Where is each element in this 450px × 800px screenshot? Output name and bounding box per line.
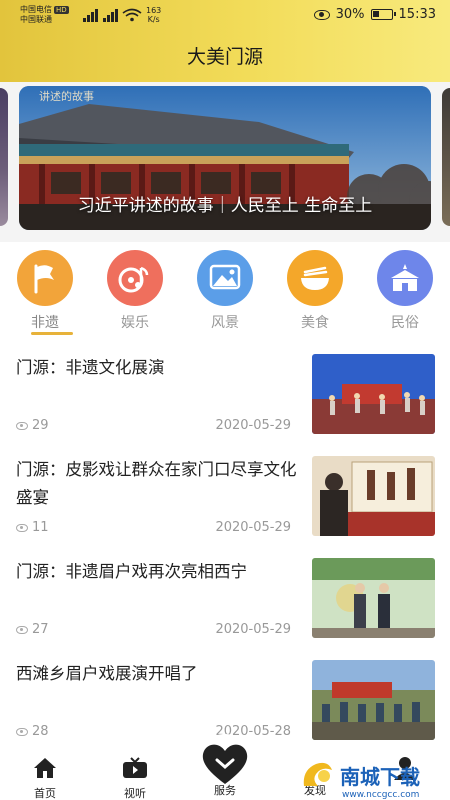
news-date: 2020-05-29: [215, 520, 291, 535]
building-icon: [377, 250, 433, 306]
status-bar: 中国电信 HD 中国联通 163 K/s 30% 15:33: [0, 0, 450, 30]
category-label: 风景: [211, 315, 239, 331]
banner-next-peek[interactable]: [442, 88, 450, 226]
page-title: 大美门源: [186, 46, 263, 68]
flag-icon: [17, 250, 73, 306]
nav-service-label: 服务: [214, 784, 236, 797]
news-meta: 27 2020-05-29: [16, 622, 291, 638]
app-header: 中国电信 HD 中国联通 163 K/s 30% 15:33 大美门源: [0, 0, 450, 82]
news-thumbnail: [312, 456, 435, 536]
news-title: 门源：非遗眉户戏再次亮相西宁: [16, 562, 247, 581]
active-tab-indicator: [31, 332, 73, 335]
nav-video-label: 视听: [124, 787, 146, 800]
category-label: 民俗: [391, 315, 419, 331]
news-title: 门源：非遗文化展演: [16, 358, 165, 377]
tv-icon: [123, 757, 147, 778]
view-count: 27: [32, 622, 49, 637]
hd-badge: HD: [54, 6, 69, 14]
news-thumbnail: [312, 660, 435, 740]
clock: 15:33: [398, 7, 436, 22]
nav-video[interactable]: 视听: [105, 756, 165, 800]
list-item[interactable]: 门源：非遗眉户戏再次亮相西宁 27 2020-05-29: [0, 546, 450, 648]
view-count: 29: [32, 418, 49, 433]
banner-caption: 习近平讲述的故事｜人民至上 生命至上: [77, 196, 373, 216]
battery-icon: [370, 9, 396, 20]
category-meishi[interactable]: 美食: [280, 250, 350, 332]
signal-icon: [83, 8, 142, 22]
list-item[interactable]: 门源：皮影戏让群众在家门口尽享文化盛宴 11 2020-05-29: [0, 444, 450, 546]
music-icon: [107, 250, 163, 306]
banner-prev-peek[interactable]: [0, 88, 8, 226]
category-feiyi[interactable]: 非遗: [10, 250, 80, 332]
carrier-2: 中国联通: [20, 15, 52, 24]
watermark-logo: 南城下载 www.nccgcc.com: [303, 762, 420, 800]
news-meta: 29 2020-05-29: [16, 418, 291, 434]
category-yule[interactable]: 娱乐: [100, 250, 170, 332]
category-label: 娱乐: [121, 315, 149, 331]
news-date: 2020-05-29: [215, 418, 291, 433]
net-speed-unit: K/s: [147, 15, 160, 24]
category-label: 美食: [301, 315, 329, 331]
view-count: 28: [32, 724, 49, 739]
views-icon: [16, 523, 28, 532]
news-title: 西滩乡眉户戏展演开唱了: [16, 664, 198, 683]
watermark-url: www.nccgcc.com: [342, 790, 419, 800]
views-icon: [16, 625, 28, 634]
banner-slide[interactable]: 讲述的故事 习近平讲述的故事｜人民至上 生命至上: [19, 86, 431, 230]
banner-tag: 讲述的故事: [39, 90, 94, 103]
nav-home-label: 首页: [34, 787, 56, 800]
bottom-nav: 首页 视听 服务 发现 南城下载 www.nccgcc.com: [0, 734, 450, 800]
bowl-icon: [287, 250, 343, 306]
category-bar: 非遗 娱乐 风景 美食 民俗: [0, 242, 450, 340]
carrier-1: 中国电信: [20, 5, 52, 14]
net-speed: 163 K/s: [146, 6, 161, 24]
news-date: 2020-05-29: [215, 622, 291, 637]
news-meta: 11 2020-05-29: [16, 520, 291, 536]
list-item[interactable]: 门源：非遗文化展演 29 2020-05-29: [0, 342, 450, 444]
net-speed-value: 163: [146, 6, 162, 15]
eye-icon: [313, 9, 330, 20]
news-thumbnail: [312, 558, 435, 638]
watermark-text: 南城下载: [340, 765, 420, 789]
news-thumbnail: [312, 354, 435, 434]
views-icon: [16, 727, 28, 736]
category-label: 非遗: [31, 315, 59, 331]
news-title: 门源：皮影戏让群众在家门口尽享文化盛宴: [16, 460, 297, 507]
status-right: 30% 15:33: [313, 7, 436, 22]
landscape-icon: [197, 250, 253, 306]
battery-percent: 30%: [335, 7, 365, 22]
home-icon: [34, 758, 56, 778]
category-minsu[interactable]: 民俗: [370, 250, 440, 332]
views-icon: [16, 421, 28, 430]
nav-home[interactable]: 首页: [15, 756, 75, 800]
category-fengjing[interactable]: 风景: [190, 250, 260, 332]
view-count: 11: [32, 520, 49, 535]
banner-carousel[interactable]: 讲述的故事 习近平讲述的故事｜人民至上 生命至上: [0, 82, 450, 242]
carrier-info: 中国电信 HD 中国联通: [20, 5, 69, 25]
